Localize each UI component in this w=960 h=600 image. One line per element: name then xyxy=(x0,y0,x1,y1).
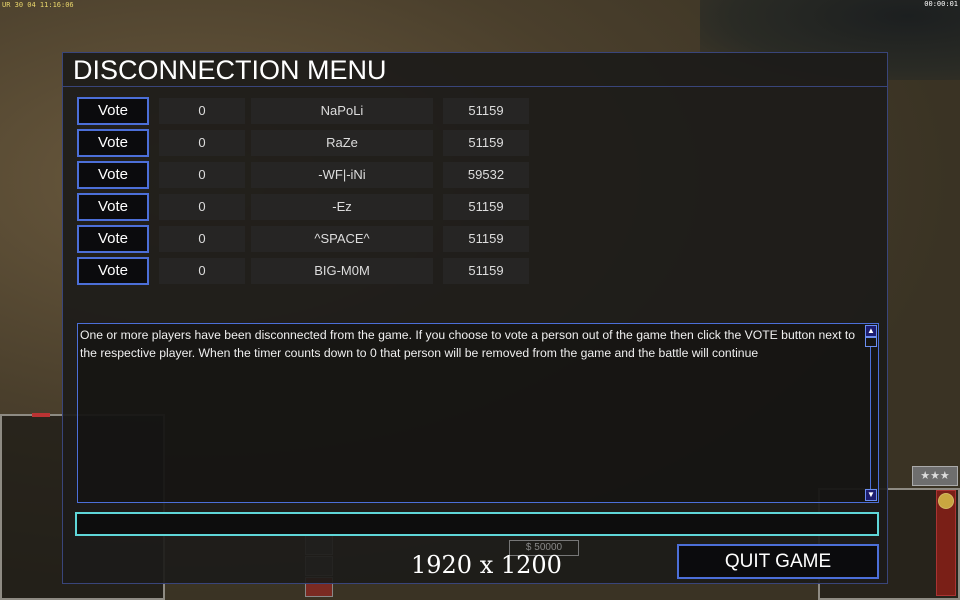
hud-status-readout: UR 30 04 11:16:06 xyxy=(2,1,74,9)
quit-game-button[interactable]: QUIT GAME xyxy=(677,544,879,579)
disconnection-menu: DISCONNECTION MENU Vote 0 NaPoLi 51159 V… xyxy=(62,52,888,584)
player-name: RaZe xyxy=(251,130,433,156)
vote-button[interactable]: Vote xyxy=(77,193,149,221)
player-name: -WF|-iNi xyxy=(251,162,433,188)
player-name: BIG-M0M xyxy=(251,258,433,284)
rank-progress-bar xyxy=(936,490,956,596)
scroll-thumb[interactable] xyxy=(865,337,877,347)
vote-timer: 0 xyxy=(159,226,245,252)
vote-timer: 0 xyxy=(159,162,245,188)
vote-button[interactable]: Vote xyxy=(77,161,149,189)
message-scrollbar[interactable]: ▲ ▼ xyxy=(865,325,877,501)
game-clock: 00:00:01 xyxy=(924,0,958,8)
title-divider xyxy=(63,86,887,87)
vote-timer: 0 xyxy=(159,130,245,156)
vote-timer: 0 xyxy=(159,194,245,220)
player-id: 51159 xyxy=(443,226,529,252)
rank-stars-icon: ★★★ xyxy=(912,466,958,486)
player-name: ^SPACE^ xyxy=(251,226,433,252)
vote-button[interactable]: Vote xyxy=(77,225,149,253)
resolution-label: 1920 x 1200 xyxy=(411,551,562,579)
menu-title: DISCONNECTION MENU xyxy=(73,55,387,85)
scroll-track xyxy=(870,347,871,489)
vote-button[interactable]: Vote xyxy=(77,97,149,125)
player-name: NaPoLi xyxy=(251,98,433,124)
vote-timer: 0 xyxy=(159,98,245,124)
red-tab-icon xyxy=(32,413,50,417)
player-id: 51159 xyxy=(443,130,529,156)
disconnect-message: One or more players have been disconnect… xyxy=(80,328,856,360)
player-name: -Ez xyxy=(251,194,433,220)
scroll-down-icon[interactable]: ▼ xyxy=(865,489,877,501)
message-box: One or more players have been disconnect… xyxy=(77,323,879,503)
player-id: 51159 xyxy=(443,194,529,220)
player-id: 59532 xyxy=(443,162,529,188)
vote-button[interactable]: Vote xyxy=(77,257,149,285)
scroll-up-icon[interactable]: ▲ xyxy=(865,325,877,337)
chat-input[interactable] xyxy=(75,512,879,536)
player-id: 51159 xyxy=(443,258,529,284)
medal-icon xyxy=(938,493,954,509)
player-id: 51159 xyxy=(443,98,529,124)
vote-timer: 0 xyxy=(159,258,245,284)
vote-button[interactable]: Vote xyxy=(77,129,149,157)
